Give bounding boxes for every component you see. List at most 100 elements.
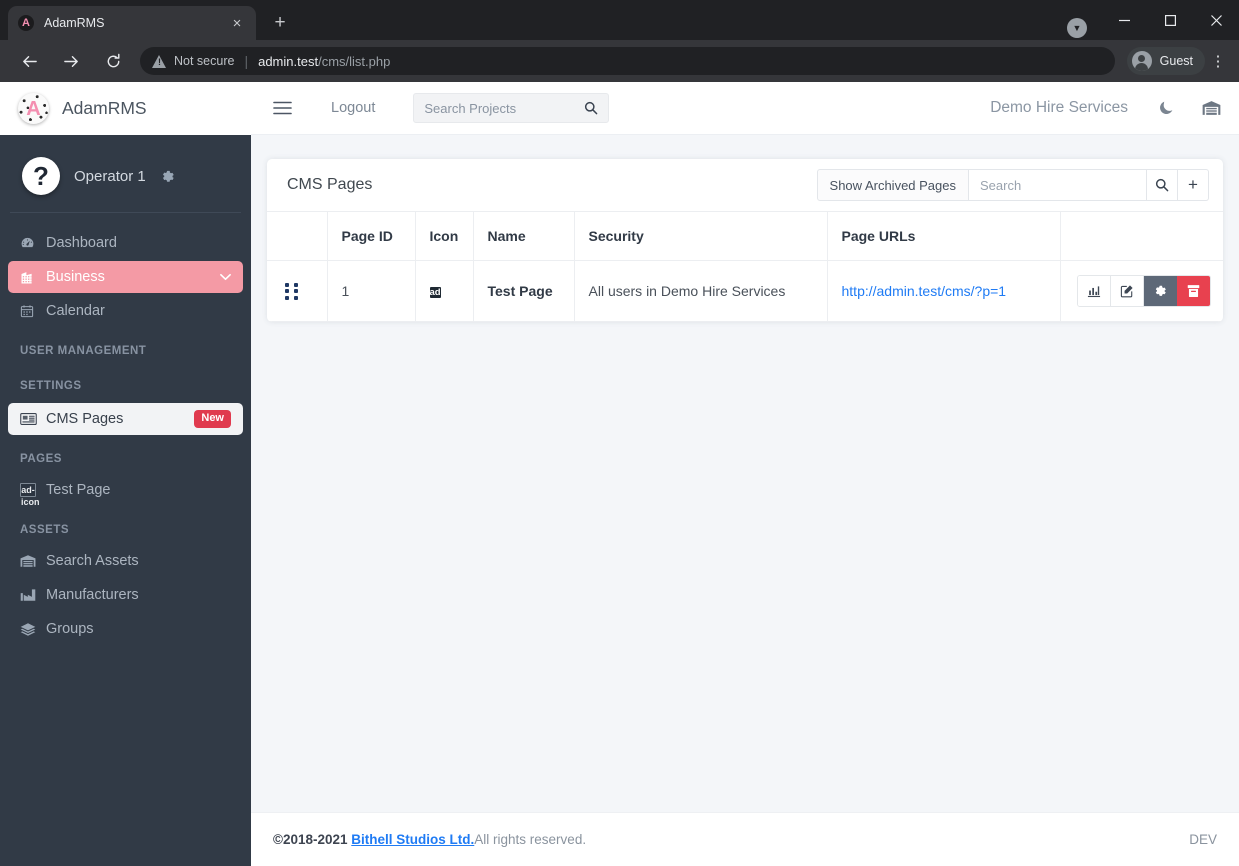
news-icon	[20, 412, 46, 426]
sidebar-item-label: Dashboard	[46, 235, 117, 251]
download-chip-icon[interactable]: ▼	[1067, 18, 1087, 38]
column-header-page-id: Page ID	[327, 211, 416, 261]
security-label: Not secure	[174, 54, 235, 68]
sidebar-section-settings: SETTINGS	[20, 380, 82, 392]
status-badge: New	[194, 410, 231, 428]
sidebar-item-label: CMS Pages	[46, 411, 124, 427]
column-header-actions	[1060, 211, 1223, 261]
business-name[interactable]: Demo Hire Services	[990, 99, 1128, 117]
logout-button[interactable]: Logout	[331, 100, 375, 116]
ad-icon: ad-icon	[20, 483, 46, 507]
sidebar-item-test-page[interactable]: ad-icon Test Page	[8, 474, 243, 507]
brand-name: AdamRMS	[62, 98, 147, 118]
archive-icon[interactable]	[1177, 276, 1210, 306]
user-avatar: ?	[22, 157, 60, 195]
browser-toolbar: Not secure | admin.test/cms/list.php Gue…	[0, 40, 1239, 82]
sidebar-item-business[interactable]: Business	[8, 261, 243, 293]
avatar	[1131, 51, 1152, 71]
forward-button[interactable]	[56, 46, 86, 76]
building-icon	[20, 270, 46, 285]
user-name[interactable]: Operator 1	[74, 168, 146, 185]
row-action-group	[1077, 275, 1211, 307]
environment-label: DEV	[1189, 832, 1217, 847]
cell-security: All users in Demo Hire Services	[574, 260, 828, 322]
cms-pages-card: CMS Pages Show Archived Pages +	[267, 159, 1223, 322]
sidebar-item-label: Business	[46, 269, 105, 285]
stats-icon[interactable]	[1078, 276, 1111, 306]
sidebar-item-dashboard[interactable]: Dashboard	[8, 227, 243, 259]
profile-button[interactable]: Guest	[1126, 47, 1205, 75]
main-area: Logout Demo Hire Services	[251, 82, 1239, 866]
table-row[interactable]: 1 ad Test Page All users in Demo Hire Se…	[267, 260, 1223, 322]
adamrms-logo-icon: A	[18, 93, 49, 124]
cms-pages-table: Page ID Icon Name Security Page URLs 1 a…	[267, 211, 1223, 322]
sidebar-item-label: Groups	[46, 621, 94, 637]
sidebar-item-label: Test Page	[46, 482, 111, 498]
industry-icon	[20, 588, 46, 602]
show-archived-pages-button[interactable]: Show Archived Pages	[816, 169, 969, 201]
gear-icon[interactable]	[160, 169, 175, 184]
sidebar-item-calendar[interactable]: Calendar	[8, 295, 243, 327]
brand-header[interactable]: A AdamRMS	[0, 82, 251, 135]
gear-icon[interactable]	[1144, 276, 1177, 306]
cell-page-id: 1	[327, 260, 416, 322]
ad-icon-glyph: ad-icon	[20, 483, 40, 507]
sidebar-item-label: Search Assets	[46, 553, 139, 569]
new-tab-button[interactable]: +	[266, 9, 294, 37]
content-area: CMS Pages Show Archived Pages +	[251, 135, 1239, 812]
drag-handle-icon[interactable]	[285, 282, 298, 300]
drag-handle-cell[interactable]	[267, 260, 328, 322]
tab-title: AdamRMS	[44, 16, 105, 30]
sidebar-item-search-assets[interactable]: Search Assets	[8, 545, 243, 577]
card-header: CMS Pages Show Archived Pages +	[267, 159, 1223, 211]
project-search[interactable]	[413, 93, 610, 123]
search-button[interactable]	[1147, 169, 1178, 201]
calendar-icon	[20, 304, 46, 318]
sidebar-item-groups[interactable]: Groups	[8, 613, 243, 645]
reload-button[interactable]	[98, 46, 128, 76]
maximize-button[interactable]	[1147, 0, 1193, 40]
top-navbar: Logout Demo Hire Services	[251, 82, 1239, 135]
rights-text: All rights reserved.	[474, 832, 587, 847]
moon-icon[interactable]	[1158, 100, 1174, 116]
company-link[interactable]: Bithell Studios Ltd.	[351, 832, 474, 847]
warehouse-icon[interactable]	[1202, 100, 1221, 116]
back-button[interactable]	[14, 46, 44, 76]
column-header-page-urls: Page URLs	[827, 211, 1061, 261]
card-toolbar: Show Archived Pages +	[816, 169, 1209, 201]
tab-favicon: A	[18, 15, 34, 31]
sidebar-item-cms-pages[interactable]: CMS Pages New	[8, 403, 243, 435]
window-controls	[1101, 0, 1239, 40]
close-window-button[interactable]	[1193, 0, 1239, 40]
sidebar-item-label: Manufacturers	[46, 587, 139, 603]
minimize-button[interactable]	[1101, 0, 1147, 40]
url-host: admin.test	[258, 53, 319, 69]
sidebar-section-assets: ASSETS	[20, 524, 70, 536]
sidebar: A AdamRMS ? Operator 1 Dashboard Busines…	[0, 82, 251, 866]
browser-menu-icon[interactable]: ⋮	[1205, 54, 1231, 69]
search-icon[interactable]	[584, 101, 598, 115]
page-url-link[interactable]: http://admin.test/cms/?p=1	[842, 283, 1007, 299]
column-header-grip	[267, 211, 328, 261]
logo-letter: A	[26, 97, 41, 120]
sidebar-nav: Dashboard Business Calendar USER MANAGEM…	[0, 213, 251, 866]
search-input[interactable]	[980, 177, 1146, 193]
hamburger-icon[interactable]	[273, 101, 293, 115]
column-header-icon: Icon	[415, 211, 474, 261]
url-path: /cms/list.php	[318, 53, 391, 69]
address-bar[interactable]: Not secure | admin.test/cms/list.php	[140, 47, 1115, 75]
card-search-wrap[interactable]	[969, 169, 1147, 201]
sidebar-section-user-management: USER MANAGEMENT	[20, 345, 147, 357]
edit-icon[interactable]	[1111, 276, 1144, 306]
sidebar-item-manufacturers[interactable]: Manufacturers	[8, 579, 243, 611]
close-tab-icon[interactable]: ×	[228, 14, 246, 32]
column-header-security: Security	[574, 211, 828, 261]
sidebar-section-pages: PAGES	[20, 453, 62, 465]
cell-actions	[1060, 260, 1223, 322]
copyright-text: ©2018-2021	[273, 832, 348, 847]
cell-name: Test Page	[473, 260, 575, 322]
browser-tab[interactable]: A AdamRMS ×	[8, 6, 256, 40]
user-box: ? Operator 1	[0, 135, 251, 195]
add-page-button[interactable]: +	[1178, 169, 1209, 201]
search-projects-input[interactable]	[424, 100, 585, 116]
